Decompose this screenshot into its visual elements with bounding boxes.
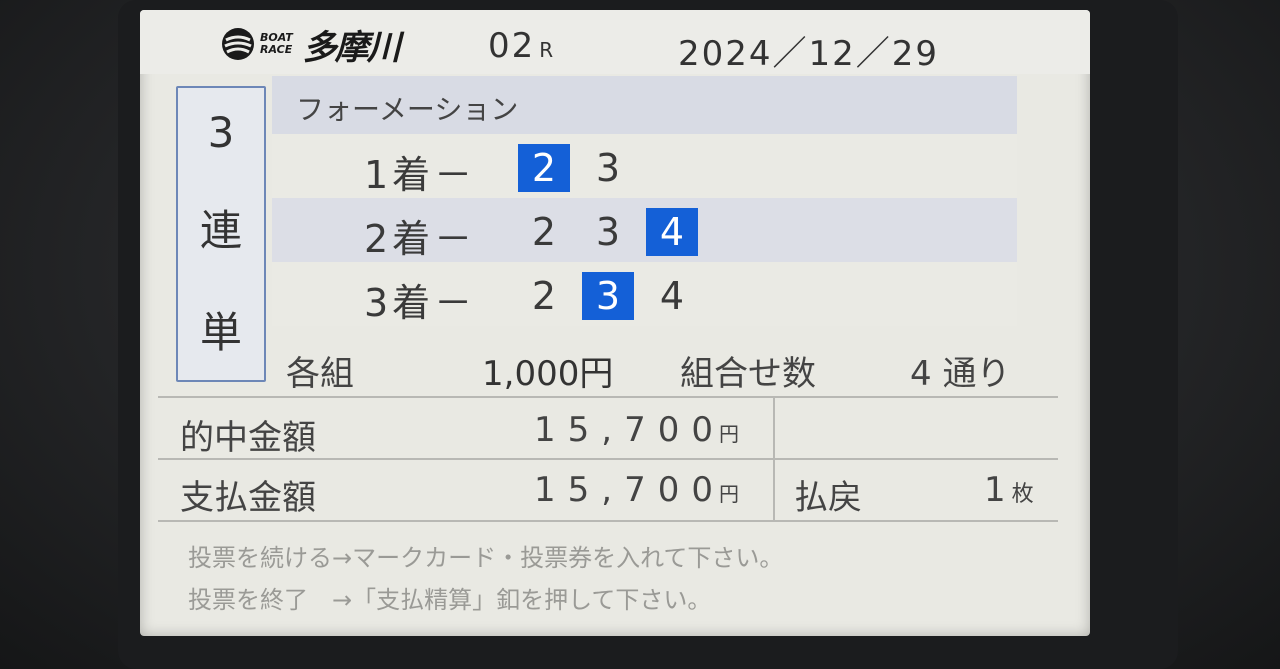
terminal-screen: BOAT RACE 多摩川 02 R 2024／12／29 3 連 単 フォーメー… — [140, 10, 1090, 636]
hit-amount-number: 15,700 — [534, 410, 725, 450]
each-amount-value: 1,000円 — [482, 354, 614, 394]
amount-row: 各組 1,000円 組合せ数 4 通り — [272, 340, 1017, 396]
refund-count: 1 — [984, 470, 1006, 510]
boat-number-selected: 2 — [518, 144, 570, 192]
payout-grid: 的中金額 15,700円 支払金額 15,700円 払戻 1枚 — [158, 396, 1058, 522]
pick-label: 2着－ — [364, 217, 477, 261]
payout-row-pay: 支払金額 15,700円 払戻 1枚 — [158, 460, 1058, 522]
bet-type-char: 3 — [207, 108, 235, 158]
yen-unit: 円 — [718, 482, 739, 506]
bet-method: フォーメーション — [272, 76, 1017, 134]
race-number: 02 R — [488, 26, 555, 66]
pay-amount-number: 15,700 — [534, 470, 725, 510]
race-suffix: R — [539, 38, 556, 62]
pick-boats: 2 3 4 — [518, 208, 710, 256]
header: BOAT RACE 多摩川 02 R 2024／12／29 — [140, 10, 1090, 74]
pick-label: 3着－ — [364, 281, 477, 325]
brand-bottom: RACE — [260, 43, 293, 56]
boat-number: 2 — [531, 210, 557, 254]
bet-type-char: 連 — [199, 206, 242, 256]
bet-method-label: フォーメーション — [296, 93, 519, 126]
instruction-finish: 投票を終了 →「支払精算」釦を押して下さい。 — [188, 586, 712, 614]
race-date: 2024／12／29 — [678, 34, 940, 74]
pick-boats: 2 3 — [518, 144, 646, 192]
pick-row-3rd: 3着－ 2 3 4 — [272, 262, 1017, 326]
bet-type-char: 単 — [199, 307, 242, 357]
boatrace-emblem-icon — [222, 28, 254, 60]
bet-type-box: 3 連 単 — [176, 86, 266, 382]
boat-number: 4 — [659, 274, 685, 318]
pick-row-1st: 1着－ 2 3 — [272, 134, 1017, 198]
boat-number: 3 — [595, 146, 621, 190]
each-amount-label: 各組 — [286, 354, 354, 394]
pick-boats: 2 3 4 — [518, 272, 710, 320]
combination-count-label: 組合せ数 — [680, 354, 816, 394]
boat-number-selected: 4 — [646, 208, 698, 256]
pick-row-2nd: 2着－ 2 3 4 — [272, 198, 1017, 262]
instruction-continue: 投票を続ける→マークカード・投票券を入れて下さい。 — [188, 544, 784, 572]
race-number-value: 02 — [488, 26, 536, 66]
refund-label: 払戻 — [794, 478, 862, 518]
boatrace-logo: BOAT RACE 多摩川 — [220, 24, 401, 68]
yen-unit: 円 — [718, 422, 739, 446]
pay-amount-label: 支払金額 — [180, 478, 316, 518]
hit-amount-label: 的中金額 — [180, 418, 316, 458]
pick-label: 1着－ — [364, 153, 477, 197]
payout-row-hit: 的中金額 15,700円 — [158, 398, 1058, 460]
pay-amount-value: 15,700円 — [534, 470, 739, 510]
hit-amount-value: 15,700円 — [534, 410, 739, 450]
grid-divider — [773, 398, 775, 522]
boat-number: 2 — [531, 274, 557, 318]
venue-name: 多摩川 — [302, 27, 401, 68]
combination-count-value: 4 通り — [910, 354, 1011, 394]
boat-number: 3 — [595, 210, 621, 254]
boat-number-selected: 3 — [582, 272, 634, 320]
refund-value: 1枚 — [984, 470, 1034, 510]
brand-text: BOAT RACE — [260, 32, 293, 56]
refund-unit: 枚 — [1011, 482, 1034, 507]
